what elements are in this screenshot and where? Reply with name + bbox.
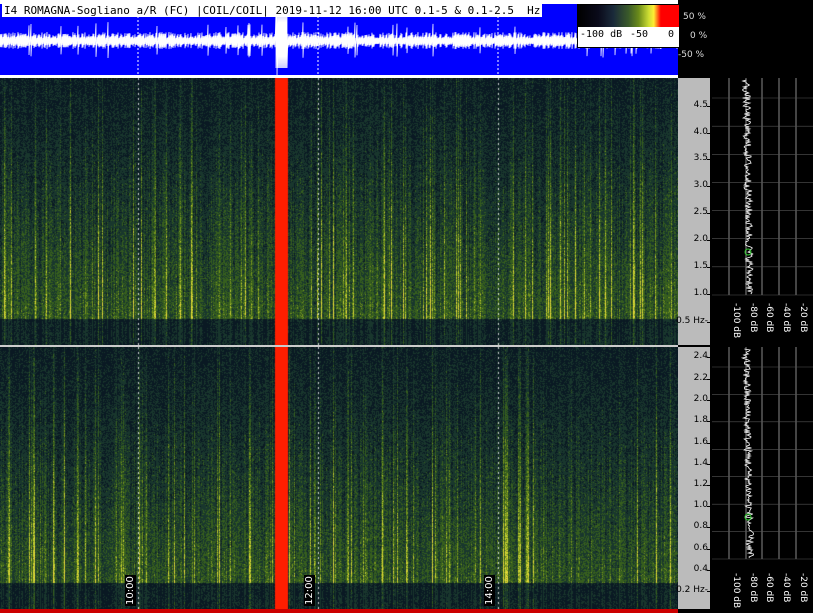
freq-tick: 2.4 <box>693 351 711 361</box>
freq-tick: 0.8 <box>693 521 711 531</box>
spectrogram-0-5hz <box>0 78 678 345</box>
freq-tick: 1.5 <box>693 261 711 271</box>
freq-tick: 3.0 <box>693 180 711 190</box>
freq-tick: 1.6 <box>693 437 711 447</box>
time-label-1000: 10:00 <box>125 575 136 606</box>
colorbar-label-max: 0 <box>668 29 675 40</box>
freq-tick: 1.8 <box>693 415 711 425</box>
freq-tick: 1.0 <box>693 288 711 298</box>
bottom-strip <box>0 609 678 613</box>
spectrogram-0-2-5hz <box>0 347 678 609</box>
profile-trace <box>741 79 754 295</box>
db-label: -60 dB <box>764 303 774 333</box>
amp-label-0: 0 % <box>690 31 708 41</box>
db-label: -40 dB <box>781 303 791 333</box>
freq-tick: 3.5 <box>693 153 711 163</box>
freq-tick: 2.2 <box>693 373 711 383</box>
freq-tick: 2.0 <box>693 394 711 404</box>
spectral-profile-top: -100 dB -80 dB -60 dB -40 dB -20 dB <box>712 78 813 345</box>
time-label-1200: 12:00 <box>304 575 315 606</box>
db-label: -80 dB <box>748 573 758 603</box>
freq-tick: 1.2 <box>693 479 711 489</box>
db-label: -100 dB <box>731 303 741 339</box>
freq-tick: 0.6 <box>693 543 711 553</box>
frequency-axis-bottom: 2.4 2.2 2.0 1.8 1.6 1.4 1.2 1.0 0.8 0.6 … <box>676 347 711 609</box>
spectral-profile-plot-bottom <box>712 347 813 560</box>
colorbar-gradient <box>578 5 679 27</box>
colorbar-legend: -100 dB -50 0 <box>577 4 680 48</box>
freq-tick: 4.0 <box>693 127 711 137</box>
time-label-1400: 14:00 <box>484 575 495 606</box>
amplitude-axis: 50 % 0 % -50 % <box>678 0 813 78</box>
freq-unit-label: 0.5 Hz- <box>676 316 710 326</box>
colorbar-label-mid: -50 <box>630 29 649 40</box>
freq-unit-label: 0.2 Hz- <box>676 585 710 595</box>
profile-trace <box>740 348 755 559</box>
db-label: -60 dB <box>764 573 774 603</box>
freq-tick: 4.5 <box>693 100 711 110</box>
freq-tick: 1.4 <box>693 458 711 468</box>
amp-label-minus50: -50 % <box>678 50 705 60</box>
amp-label-50: 50 % <box>683 12 706 22</box>
colorbar-label-min: -100 dB <box>580 29 623 40</box>
db-label: -100 dB <box>731 573 741 609</box>
db-label: -20 dB <box>798 573 808 603</box>
freq-tick: 2.0 <box>693 234 711 244</box>
spectral-profile-bottom: -100 dB -80 dB -60 dB -40 dB -20 dB <box>712 347 813 609</box>
db-label: -80 dB <box>748 303 758 333</box>
freq-tick: 2.5 <box>693 207 711 217</box>
station-title: I4 ROMAGNA-Sogliano a/R (FC) |COIL/COIL|… <box>2 4 543 17</box>
freq-tick: 1.0 <box>693 500 711 510</box>
db-label: -40 dB <box>781 573 791 603</box>
db-label: -20 dB <box>798 303 808 333</box>
frequency-axis-top: 4.5 4.0 3.5 3.0 2.5 2.0 1.5 1.0 0.5 Hz- <box>676 78 711 345</box>
freq-tick: 0.4 <box>693 564 711 574</box>
